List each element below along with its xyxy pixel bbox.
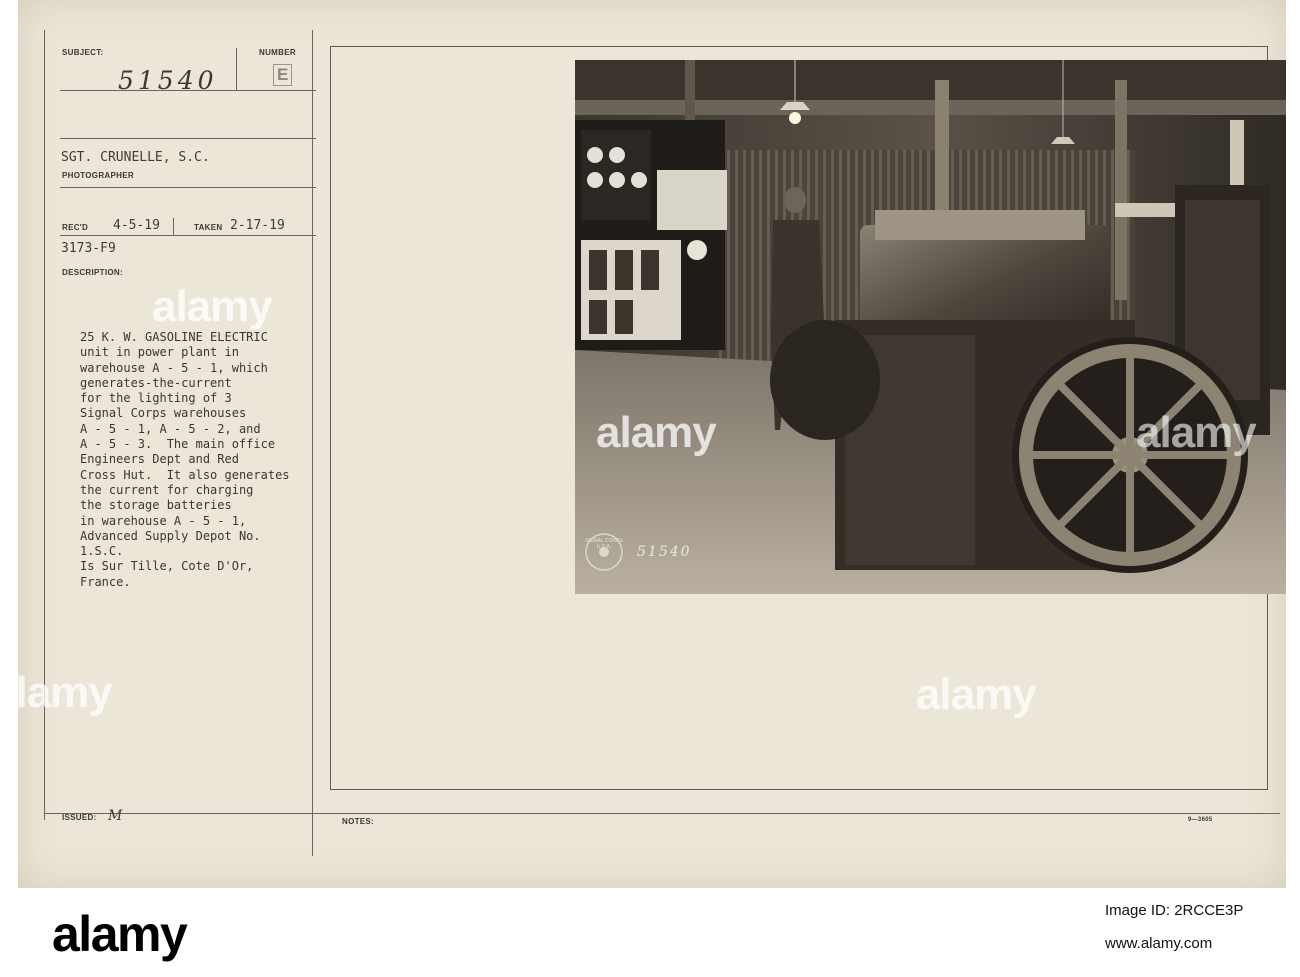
row-line-4 bbox=[60, 235, 316, 236]
subject-number: 51540 bbox=[118, 66, 218, 95]
generator-scene-illustration bbox=[575, 60, 1286, 594]
issued-value: M bbox=[108, 808, 123, 824]
site-url: www.alamy.com bbox=[1105, 935, 1213, 952]
description-label: DESCRIPTION: bbox=[62, 268, 123, 277]
issued-label: ISSUED: bbox=[62, 813, 97, 822]
form-number: 9—3605 bbox=[1188, 817, 1213, 823]
image-id: Image ID: 2RCCE3P bbox=[1105, 902, 1244, 919]
description-text: 25 K. W. GASOLINE ELECTRIC unit in power… bbox=[80, 330, 290, 589]
subject-label: SUBJECT: bbox=[62, 48, 104, 57]
row-line-3 bbox=[60, 187, 316, 188]
watermark-5: alamy bbox=[1136, 408, 1257, 457]
file-code: 3173-F9 bbox=[61, 241, 116, 256]
photographer-name: SGT. CRUNELLE, S.C. bbox=[61, 150, 210, 165]
watermark-1: alamy bbox=[152, 282, 273, 331]
photo-stamp-number: 51540 bbox=[637, 544, 692, 560]
stock-footer: alamy Image ID: 2RCCE3P www.alamy.com bbox=[0, 888, 1300, 977]
subject-divider bbox=[236, 48, 237, 90]
recd-label: REC'D bbox=[62, 223, 89, 232]
recd-date: 4-5-19 bbox=[113, 218, 160, 233]
notes-row-line bbox=[44, 813, 1280, 814]
signal-corps-stamp-text: SIGNAL CORPS U.S.A. bbox=[585, 538, 623, 550]
watermark-2: alamy bbox=[596, 408, 717, 457]
watermark-4: alamy bbox=[916, 670, 1037, 719]
generator-photograph: SIGNAL CORPS U.S.A. 51540 bbox=[575, 60, 1286, 594]
photographer-label: PHOTOGRAPHER bbox=[62, 171, 134, 180]
alamy-logo: alamy bbox=[52, 906, 188, 962]
number-label: NUMBER bbox=[259, 48, 296, 57]
number-stamp: E bbox=[273, 64, 293, 86]
row-line-2 bbox=[60, 138, 316, 139]
taken-label: TAKEN bbox=[194, 223, 223, 232]
notes-label: NOTES: bbox=[342, 817, 375, 826]
taken-date: 2-17-19 bbox=[230, 218, 285, 233]
taken-divider bbox=[173, 218, 174, 236]
watermark-3: alamy bbox=[0, 668, 113, 717]
